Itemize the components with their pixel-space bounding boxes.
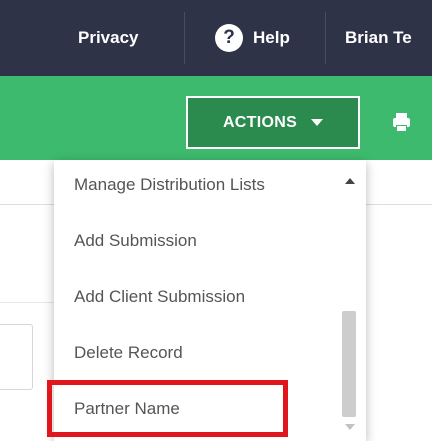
scrollbar-thumb[interactable] [342, 311, 356, 417]
caret-down-icon [311, 119, 324, 126]
help-link[interactable]: ? Help [215, 0, 290, 76]
actions-button-label: ACTIONS [222, 113, 298, 131]
highlight-box [47, 380, 288, 437]
content-divider [0, 302, 60, 303]
menu-item-manage-distribution-lists[interactable]: Manage Distribution Lists [74, 170, 265, 200]
scroll-up-arrow-icon[interactable] [345, 178, 355, 184]
menu-item-delete-record[interactable]: Delete Record [74, 338, 183, 368]
print-icon[interactable] [393, 113, 410, 132]
user-name: Brian Te [345, 28, 412, 47]
background-input-field[interactable] [0, 324, 33, 390]
nav-divider [184, 12, 185, 64]
actions-button[interactable]: ACTIONS [186, 96, 360, 149]
privacy-link-label: Privacy [78, 28, 139, 47]
privacy-link[interactable]: Privacy [78, 0, 139, 76]
menu-item-add-submission[interactable]: Add Submission [74, 226, 197, 256]
menu-scrollbar[interactable] [340, 160, 360, 441]
help-link-label: Help [253, 28, 290, 47]
menu-item-add-client-submission[interactable]: Add Client Submission [74, 282, 245, 312]
scroll-down-arrow-icon[interactable] [345, 424, 355, 430]
nav-divider [325, 12, 326, 64]
user-menu[interactable]: Brian Te [345, 0, 412, 76]
top-nav-bar: Privacy ? Help Brian Te [0, 0, 432, 76]
question-circle-icon: ? [215, 24, 243, 52]
